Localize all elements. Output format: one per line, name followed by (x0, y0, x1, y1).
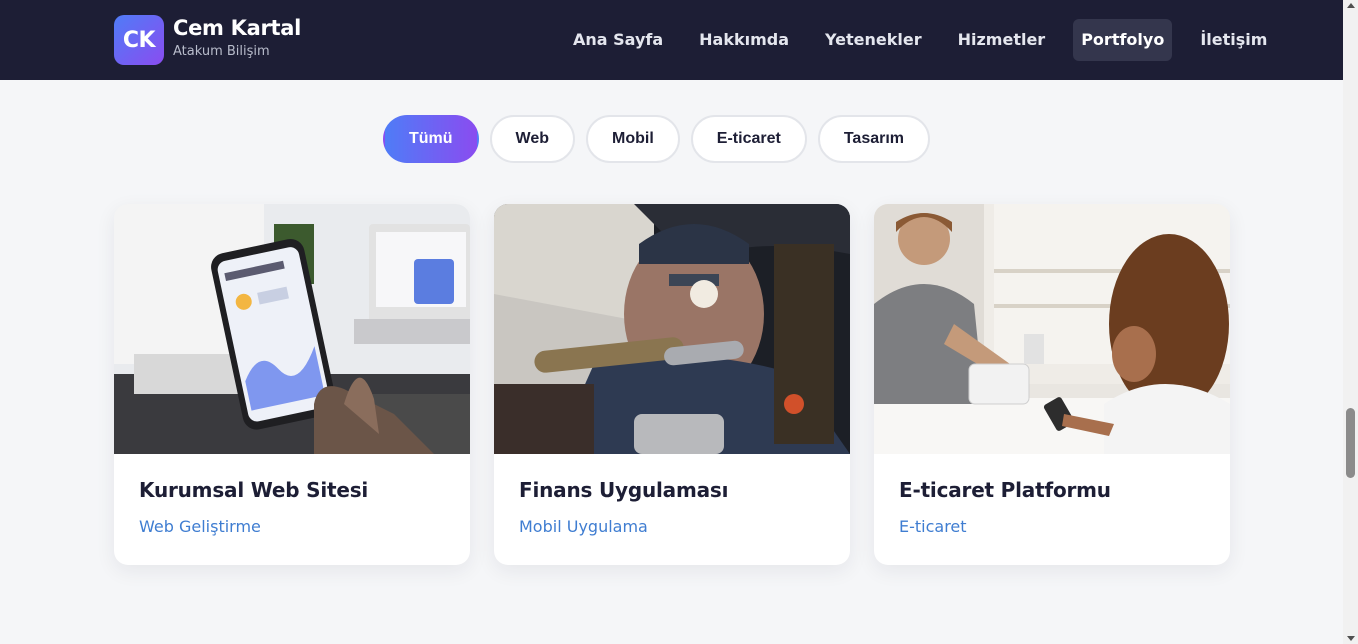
nav-item-iletisim[interactable]: İletişim (1192, 19, 1275, 61)
portfolio-filters: Tümü Web Mobil E-ticaret Tasarım (383, 115, 941, 163)
nav-item-portfolyo[interactable]: Portfolyo (1073, 19, 1173, 61)
project-category: E-ticaret (899, 517, 967, 536)
logo[interactable]: CK (114, 15, 164, 65)
project-category: Mobil Uygulama (519, 517, 648, 536)
workshop-soldering-image (494, 204, 850, 454)
filter-tumu[interactable]: Tümü (383, 115, 479, 163)
nav-item-yetenekler[interactable]: Yetenekler (817, 19, 930, 61)
filter-web[interactable]: Web (489, 115, 576, 163)
nav-item-ana-sayfa[interactable]: Ana Sayfa (565, 19, 671, 61)
page-scrollbar[interactable] (1343, 0, 1358, 644)
brand-name[interactable]: Cem Kartal (173, 16, 301, 40)
top-header: CK Cem Kartal Atakum Bilişim Ana Sayfa H… (0, 0, 1343, 80)
filter-e-ticaret[interactable]: E-ticaret (690, 115, 807, 163)
project-category: Web Geliştirme (139, 517, 261, 536)
portfolio-card-e-ticaret[interactable]: E-ticaret Platformu E-ticaret (874, 204, 1230, 565)
filter-mobil[interactable]: Mobil (586, 115, 680, 163)
portfolio-card-kurumsal-web[interactable]: Kurumsal Web Sitesi Web Geliştirme (114, 204, 470, 565)
scroll-up-arrow-icon[interactable] (1346, 3, 1355, 8)
project-title: Finans Uygulaması (519, 478, 729, 502)
nav-item-hizmetler[interactable]: Hizmetler (950, 19, 1054, 61)
portfolio-card-finans[interactable]: Finans Uygulaması Mobil Uygulama (494, 204, 850, 565)
scrollbar-thumb[interactable] (1346, 408, 1355, 478)
main-nav: Ana Sayfa Hakkımda Yetenekler Hizmetler … (565, 19, 1295, 61)
shop-checkout-payment-photo (874, 204, 1230, 454)
brand-subtitle: Atakum Bilişim (173, 44, 270, 59)
workshop-soldering-photo (494, 204, 850, 454)
project-title: E-ticaret Platformu (899, 478, 1111, 502)
smartphone-weather-app-image (114, 204, 470, 454)
project-title: Kurumsal Web Sitesi (139, 478, 369, 502)
shop-checkout-image (874, 204, 1230, 454)
smartphone-weather-app-photo (114, 204, 470, 454)
scroll-down-arrow-icon[interactable] (1346, 636, 1355, 641)
filter-tasarim[interactable]: Tasarım (817, 115, 931, 163)
nav-item-hakkimda[interactable]: Hakkımda (691, 19, 797, 61)
